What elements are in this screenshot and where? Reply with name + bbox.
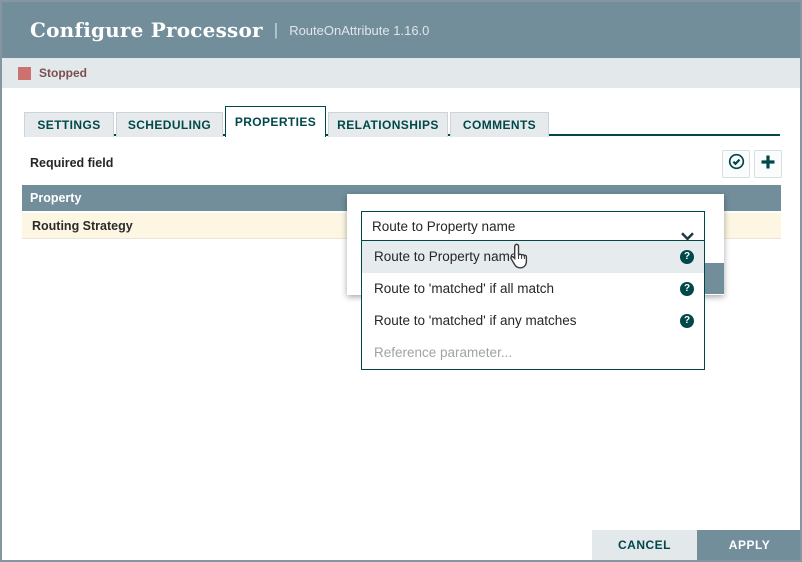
dialog-header: Configure Processor | RouteOnAttribute 1… — [2, 2, 800, 58]
help-icon[interactable]: ? — [680, 282, 694, 296]
option-route-matched-any[interactable]: Route to 'matched' if any matches ? — [362, 305, 704, 337]
option-label: Route to 'matched' if any matches — [374, 313, 577, 328]
check-circle-icon — [728, 153, 745, 175]
tab-properties[interactable]: PROPERTIES — [225, 106, 326, 137]
option-route-matched-all[interactable]: Route to 'matched' if all match ? — [362, 273, 704, 305]
combo-options-list: Route to Property name ? Route to 'match… — [361, 240, 705, 370]
tab-relationships[interactable]: RELATIONSHIPS — [328, 112, 448, 137]
help-icon[interactable]: ? — [680, 250, 694, 264]
tab-bar: SETTINGS SCHEDULING PROPERTIES RELATIONS… — [24, 106, 551, 137]
option-route-to-property-name[interactable]: Route to Property name ? — [362, 241, 704, 273]
option-label: Route to 'matched' if all match — [374, 281, 554, 296]
verify-properties-button[interactable] — [722, 150, 750, 178]
required-field-label: Required field — [30, 156, 113, 170]
routing-strategy-combo[interactable]: Route to Property name — [361, 211, 705, 242]
cancel-button[interactable]: CANCEL — [592, 530, 697, 560]
add-property-button[interactable] — [754, 150, 782, 178]
status-label: Stopped — [39, 66, 87, 80]
option-reference-parameter[interactable]: Reference parameter... — [362, 337, 704, 369]
combo-selected-value: Route to Property name — [372, 219, 515, 234]
apply-button[interactable]: APPLY — [697, 530, 802, 560]
tab-comments[interactable]: COMMENTS — [450, 112, 549, 137]
stopped-icon — [18, 67, 31, 80]
processor-name-version: RouteOnAttribute 1.16.0 — [289, 23, 429, 38]
option-label: Route to Property name — [374, 249, 517, 264]
configure-processor-dialog: Configure Processor | RouteOnAttribute 1… — [0, 0, 802, 562]
title-separator: | — [274, 20, 278, 40]
option-label: Reference parameter... — [374, 345, 512, 360]
help-icon[interactable]: ? — [680, 314, 694, 328]
tab-scheduling[interactable]: SCHEDULING — [116, 112, 223, 137]
status-bar: Stopped — [2, 58, 800, 88]
dialog-title: Configure Processor — [30, 18, 263, 42]
plus-icon — [760, 154, 776, 175]
tab-settings[interactable]: SETTINGS — [24, 112, 114, 137]
